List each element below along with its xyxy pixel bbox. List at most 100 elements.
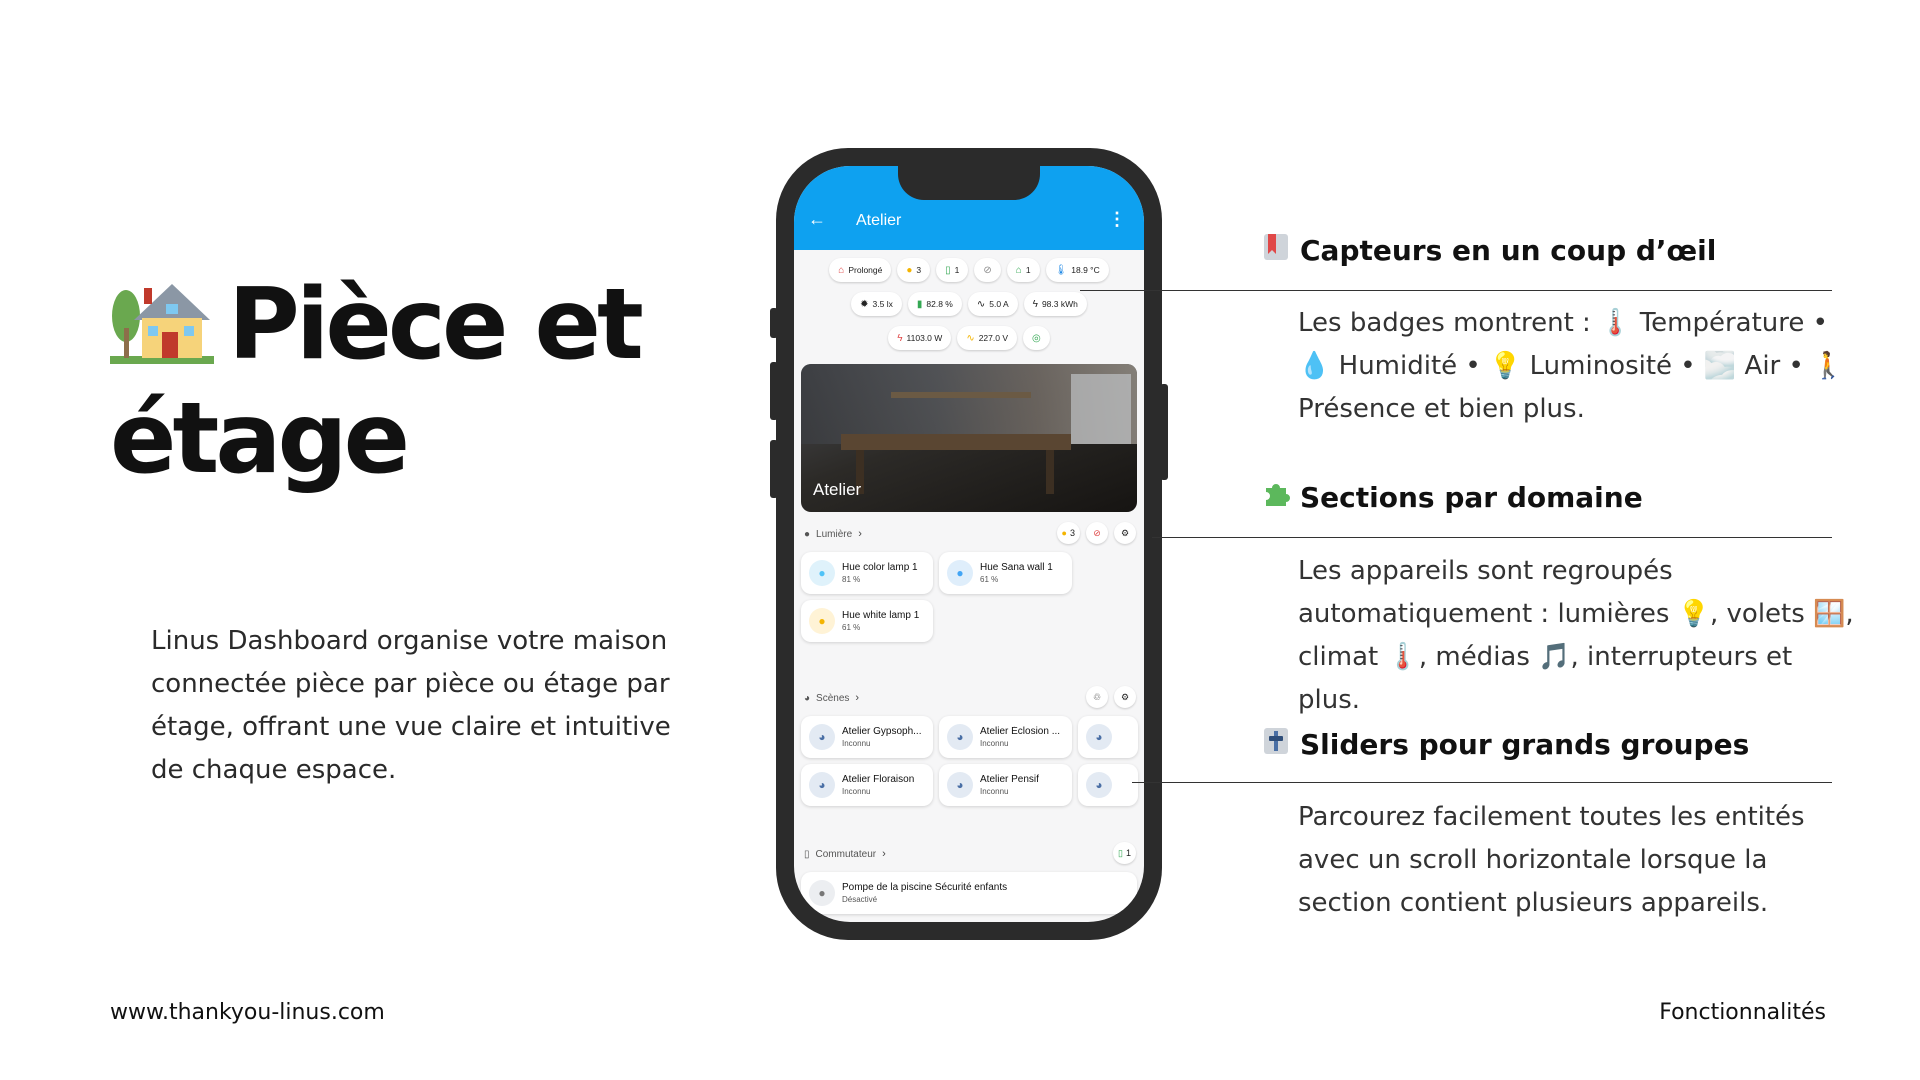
bookmark-icon	[1262, 232, 1290, 269]
badge-occupancy[interactable]: ⌂ Prolongé	[829, 258, 892, 282]
bulb-icon: ●	[809, 560, 835, 586]
phone-side-button	[770, 362, 778, 420]
callout-line	[1080, 290, 1832, 291]
gear-icon: ⚙	[1120, 691, 1130, 702]
lights-count-chip[interactable]: ● 3	[1056, 522, 1080, 544]
sensor-off-icon: ⊘	[983, 264, 992, 276]
palette-icon: ◕	[947, 724, 973, 750]
scene-card-partial[interactable]: ◕	[1078, 764, 1138, 806]
settings-button[interactable]: ⚙	[1114, 686, 1136, 708]
palette-icon: ◕	[947, 772, 973, 798]
more-vert-icon[interactable]: ⋮	[1108, 209, 1126, 230]
badge-lights[interactable]: ● 3	[897, 258, 931, 282]
bulb-icon: ●	[947, 560, 973, 586]
section-actions-lights: ● 3 ⊘ ⚙	[1056, 522, 1136, 544]
light-card[interactable]: ● Hue Sana wall 1 61 %	[939, 552, 1072, 594]
phone-screen: ← Atelier ⋮ ⌂ Prolongé ● 3 ▯ 1 ⊘ ⌂ 1 🌡 18.9 °…	[794, 166, 1144, 922]
badge-voltage[interactable]: ∿ 227.0 V	[957, 326, 1018, 350]
callout-line	[1132, 782, 1832, 783]
badge-sensor-off[interactable]: ⊘	[974, 258, 1001, 282]
section-title: Commutateur	[815, 848, 877, 860]
photo-shelf	[891, 392, 1031, 398]
badge-presence-detection[interactable]: ◎	[1023, 326, 1050, 350]
current-icon: ∿	[976, 298, 986, 310]
badge-power[interactable]: ϟ 1103.0 W	[888, 326, 952, 350]
intro-text: Linus Dashboard organise votre maison co…	[151, 626, 671, 785]
badge-presence[interactable]: ⌂ 1	[1006, 258, 1040, 282]
phone-side-button	[770, 440, 778, 498]
badge-row-1: ⌂ Prolongé ● 3 ▯ 1 ⊘ ⌂ 1 🌡 18.9 °C	[794, 258, 1144, 282]
bulb-icon: ●	[1061, 528, 1067, 538]
badge-row-2: ✹ 3.5 lx ▮ 82.8 % ∿ 5.0 A ϟ 98.3 kWh	[794, 292, 1144, 316]
energy-icon: ϟ	[1032, 298, 1038, 310]
feature-title-domains: Sections par domaine	[1262, 480, 1643, 515]
scenes-reset-button[interactable]: ♲	[1086, 686, 1108, 708]
photo-bench-leg	[1046, 450, 1054, 494]
room-photo[interactable]: Atelier	[801, 364, 1137, 512]
badge-current[interactable]: ∿ 5.0 A	[967, 292, 1018, 316]
light-card[interactable]: ● Hue color lamp 1 81 %	[801, 552, 933, 594]
home-icon: ⌂	[838, 264, 845, 276]
callout-line	[1152, 537, 1832, 538]
feature-body-sensors: Les badges montrent : 🌡️ Température • 💧…	[1298, 308, 1845, 424]
switches-count-chip[interactable]: ▯ 1	[1113, 842, 1136, 864]
lux-icon: ✹	[860, 298, 869, 310]
title-line-1: Pièce et	[228, 268, 644, 382]
phone-mockup: ← Atelier ⋮ ⌂ Prolongé ● 3 ▯ 1 ⊘ ⌂ 1 🌡 18.9 °…	[770, 148, 1168, 940]
section-actions-switches: ▯ 1	[1113, 842, 1136, 864]
phone-notch	[898, 166, 1040, 200]
badge-illuminance[interactable]: ✹ 3.5 lx	[851, 292, 902, 316]
photo-workbench	[841, 434, 1071, 450]
presence-icon: ◎	[1032, 332, 1041, 344]
phone-side-button	[770, 308, 778, 338]
slider-icon	[1262, 726, 1290, 763]
palette-icon: ◕	[1086, 724, 1112, 750]
section-header-scenes[interactable]: ◕ Scènes ›	[804, 692, 859, 704]
scene-card[interactable]: ◕ Atelier Pensif Inconnu	[939, 764, 1072, 806]
scene-card[interactable]: ◕ Atelier Floraison Inconnu	[801, 764, 933, 806]
phone-side-button	[1160, 384, 1168, 480]
switch-icon: ▯	[804, 848, 810, 860]
bulb-icon: ●	[906, 264, 913, 276]
section-title: Scènes	[816, 692, 850, 704]
palette-icon: ◕	[809, 772, 835, 798]
scene-card-partial[interactable]: ◕	[1078, 716, 1138, 758]
scene-card[interactable]: ◕ Atelier Éclosion ... Inconnu	[939, 716, 1072, 758]
section-header-lights[interactable]: ● Lumière ›	[804, 528, 862, 540]
slide-title: Pièce et étage	[110, 268, 670, 493]
settings-button[interactable]: ⚙	[1114, 522, 1136, 544]
feature-title-sliders: Sliders pour grands groupes	[1262, 726, 1749, 763]
section-label: Fonctionnalités	[1659, 1000, 1826, 1025]
bulb-off-icon: ⊘	[1093, 527, 1101, 538]
photo-window	[1071, 374, 1131, 444]
lights-off-button[interactable]: ⊘	[1086, 522, 1108, 544]
light-card[interactable]: ● Hue white lamp 1 61 %	[801, 600, 933, 642]
website-link[interactable]: www.thankyou-linus.com	[110, 1000, 385, 1025]
badge-switches[interactable]: ▯ 1	[936, 258, 969, 282]
thermometer-icon: 🌡	[1054, 264, 1068, 276]
badge-row-3: ϟ 1103.0 W ∿ 227.0 V ◎	[794, 326, 1144, 350]
room-photo-label: Atelier	[813, 480, 862, 499]
account-lock-icon: ●	[809, 880, 835, 906]
feature-body-domains: Les appareils sont regroupés automatique…	[1298, 556, 1854, 715]
badge-battery[interactable]: ▮ 82.8 %	[907, 292, 962, 316]
badge-temperature[interactable]: 🌡 18.9 °C	[1045, 258, 1109, 282]
badge-energy[interactable]: ϟ 98.3 kWh	[1023, 292, 1087, 316]
title-line-2: étage	[110, 382, 410, 496]
chevron-right-icon: ›	[858, 528, 862, 540]
palette-icon: ◕	[809, 724, 835, 750]
back-arrow-icon[interactable]: ←	[808, 209, 826, 230]
section-actions-scenes: ♲ ⚙	[1086, 686, 1136, 708]
switch-card[interactable]: ● Pompe de la piscine Sécurité enfants Dé…	[801, 872, 1137, 914]
app-title: Atelier	[856, 212, 902, 229]
bulb-icon: ●	[804, 528, 811, 540]
chevron-right-icon: ›	[882, 848, 886, 860]
battery-icon: ▮	[916, 298, 923, 310]
section-header-switches[interactable]: ▯ Commutateur ›	[804, 848, 886, 860]
scene-card[interactable]: ◕ Atelier Gypsoph... Inconnu	[801, 716, 933, 758]
recycle-icon: ♲	[1092, 691, 1102, 702]
switch-icon: ▯	[945, 264, 951, 276]
palette-icon: ◕	[1086, 772, 1112, 798]
chevron-right-icon: ›	[855, 692, 860, 704]
palette-icon: ◕	[804, 692, 811, 704]
